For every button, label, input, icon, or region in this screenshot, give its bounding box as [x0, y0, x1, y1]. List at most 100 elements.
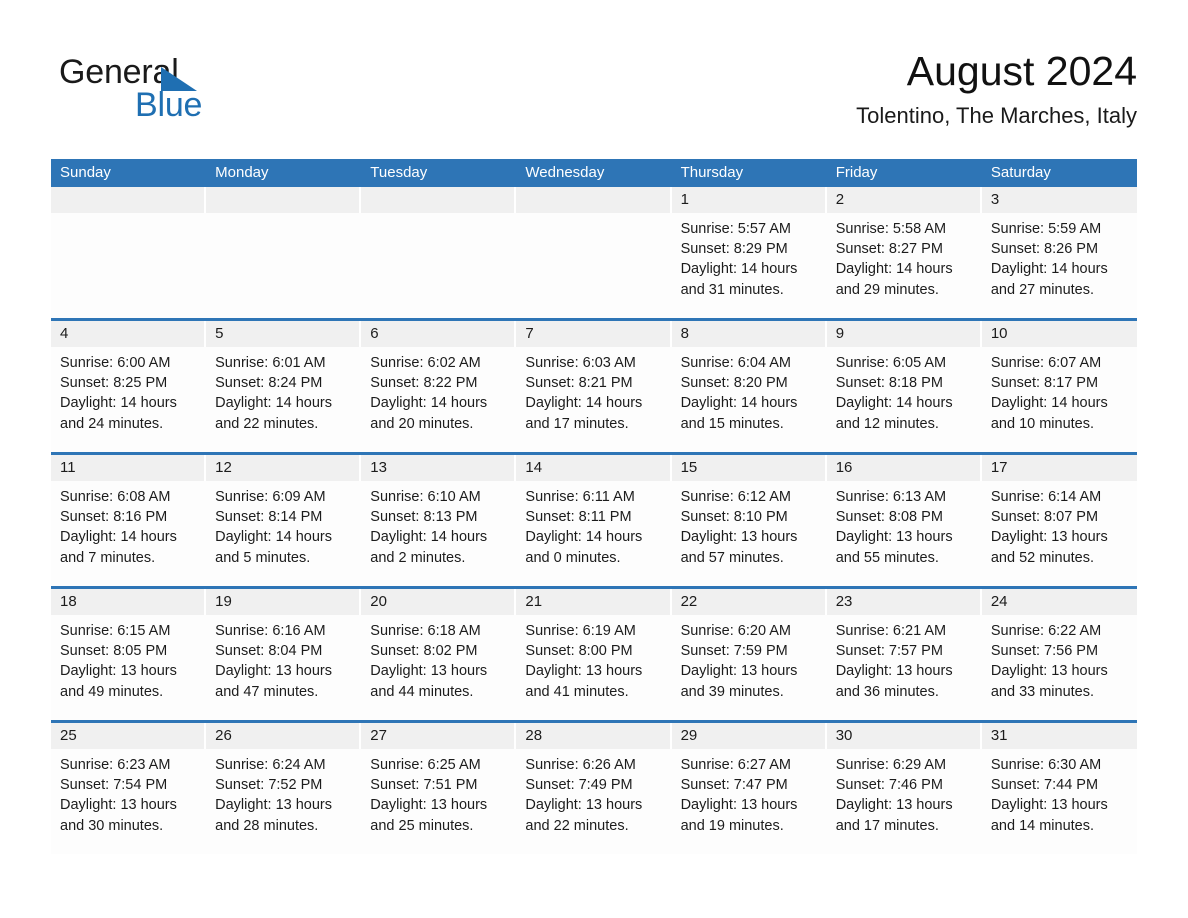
day-details: Sunrise: 6:18 AM Sunset: 8:02 PM Daylight:…	[361, 615, 516, 702]
general-blue-logo[interactable]: General Blue	[59, 52, 259, 132]
daylight-text: Daylight: 14 hours and 22 minutes.	[215, 395, 333, 432]
calendar-cell-empty	[51, 187, 207, 318]
calendar-day-cell[interactable]: 5 Sunrise: 6:01 AM Sunset: 8:24 PM Daylight…	[206, 321, 362, 452]
sunrise-text: Sunrise: 6:02 AM	[370, 355, 481, 371]
sunset-text: Sunset: 8:29 PM	[680, 241, 788, 258]
calendar-day-cell[interactable]: 22 Sunrise: 6:20 AM Sunset: 7:59 PM Dayligh…	[671, 589, 827, 720]
calendar-day-cell[interactable]: 16 Sunrise: 6:13 AM Sunset: 8:08 PM Dayligh…	[826, 455, 982, 586]
sunset-text: Sunset: 8:13 PM	[370, 509, 478, 526]
day-number: 10	[981, 321, 1137, 347]
calendar-day-cell[interactable]: 23 Sunrise: 6:21 AM Sunset: 7:57 PM Dayligh…	[826, 589, 982, 720]
calendar-week-row: 4 Sunrise: 6:00 AM Sunset: 8:25 PM Daylight…	[51, 318, 1137, 452]
sunset-text: Sunset: 8:22 PM	[370, 375, 478, 392]
calendar-day-cell[interactable]: 10 Sunrise: 6:07 AM Sunset: 8:17 PM Dayligh…	[981, 321, 1137, 452]
calendar-day-cell[interactable]: 7 Sunrise: 6:03 AM Sunset: 8:21 PM Daylight…	[516, 321, 672, 452]
calendar-day-cell[interactable]: 1 Sunrise: 5:57 AM Sunset: 8:29 PM Daylight…	[671, 187, 827, 318]
day-number	[361, 187, 517, 213]
daylight-text: Daylight: 14 hours and 2 minutes.	[370, 529, 488, 566]
sunset-text: Sunset: 8:11 PM	[525, 509, 632, 526]
sunset-text: Sunset: 7:54 PM	[60, 777, 168, 794]
weekday-header-saturday: Saturday	[990, 164, 1051, 181]
calendar-day-cell[interactable]: 6 Sunrise: 6:02 AM Sunset: 8:22 PM Daylight…	[361, 321, 517, 452]
sunrise-text: Sunrise: 6:00 AM	[60, 355, 171, 371]
sunrise-text: Sunrise: 6:07 AM	[990, 355, 1102, 371]
calendar-day-cell[interactable]: 28 Sunrise: 6:26 AM Sunset: 7:49 PM Dayligh…	[516, 723, 672, 854]
calendar-day-cell[interactable]: 13 Sunrise: 6:10 AM Sunset: 8:13 PM Dayligh…	[361, 455, 517, 586]
day-details: Sunrise: 6:11 AM Sunset: 8:11 PM Daylight:…	[516, 481, 671, 568]
daylight-text: Daylight: 13 hours and 22 minutes.	[525, 797, 643, 834]
calendar-day-cell[interactable]: 2 Sunrise: 5:58 AM Sunset: 8:27 PM Daylight…	[826, 187, 982, 318]
sunrise-text: Sunrise: 5:59 AM	[990, 221, 1102, 237]
calendar-day-cell[interactable]: 30 Sunrise: 6:29 AM Sunset: 7:46 PM Dayligh…	[826, 723, 982, 854]
day-number: 20	[361, 589, 517, 615]
sunrise-text: Sunrise: 6:13 AM	[835, 489, 947, 505]
day-details: Sunrise: 6:08 AM Sunset: 8:16 PM Daylight:…	[51, 481, 206, 568]
week-grid: 11 Sunrise: 6:08 AM Sunset: 8:16 PM Dayligh…	[51, 455, 1137, 586]
daylight-text: Daylight: 13 hours and 57 minutes.	[680, 529, 798, 566]
day-number	[206, 187, 362, 213]
calendar-day-cell[interactable]: 18 Sunrise: 6:15 AM Sunset: 8:05 PM Dayligh…	[51, 589, 207, 720]
calendar-day-cell[interactable]: 25 Sunrise: 6:23 AM Sunset: 7:54 PM Dayligh…	[51, 723, 207, 854]
daylight-text: Daylight: 13 hours and 14 minutes.	[990, 797, 1108, 834]
calendar-day-cell[interactable]: 11 Sunrise: 6:08 AM Sunset: 8:16 PM Dayligh…	[51, 455, 207, 586]
day-number: 11	[51, 455, 207, 481]
day-number: 13	[361, 455, 517, 481]
sunset-text: Sunset: 7:59 PM	[680, 643, 788, 660]
sunset-text: Sunset: 8:25 PM	[60, 375, 168, 392]
daylight-text: Daylight: 13 hours and 55 minutes.	[835, 529, 953, 566]
sunset-text: Sunset: 7:44 PM	[990, 777, 1099, 794]
calendar-day-cell[interactable]: 8 Sunrise: 6:04 AM Sunset: 8:20 PM Daylight…	[671, 321, 827, 452]
day-number: 30	[826, 723, 982, 749]
calendar-day-cell[interactable]: 31 Sunrise: 6:30 AM Sunset: 7:44 PM Dayligh…	[981, 723, 1137, 854]
logo-text-blue: Blue	[135, 86, 203, 124]
calendar-day-cell[interactable]: 24 Sunrise: 6:22 AM Sunset: 7:56 PM Dayligh…	[981, 589, 1137, 720]
day-number: 22	[671, 589, 827, 615]
day-details: Sunrise: 6:25 AM Sunset: 7:51 PM Daylight:…	[361, 749, 516, 836]
day-number: 15	[671, 455, 827, 481]
sunset-text: Sunset: 8:10 PM	[680, 509, 788, 526]
daylight-text: Daylight: 14 hours and 0 minutes.	[525, 529, 643, 566]
daylight-text: Daylight: 13 hours and 17 minutes.	[835, 797, 953, 834]
sunset-text: Sunset: 8:00 PM	[525, 643, 633, 660]
day-details: Sunrise: 5:59 AM Sunset: 8:26 PM Daylight:…	[982, 213, 1137, 300]
day-details: Sunrise: 6:09 AM Sunset: 8:14 PM Daylight:…	[206, 481, 361, 568]
sunset-text: Sunset: 7:47 PM	[680, 777, 788, 794]
calendar-day-cell[interactable]: 4 Sunrise: 6:00 AM Sunset: 8:25 PM Daylight…	[51, 321, 207, 452]
calendar-day-cell[interactable]: 21 Sunrise: 6:19 AM Sunset: 8:00 PM Dayligh…	[516, 589, 672, 720]
calendar-cell-empty	[361, 187, 517, 318]
sunrise-text: Sunrise: 6:22 AM	[990, 623, 1102, 639]
day-details: Sunrise: 6:15 AM Sunset: 8:05 PM Daylight:…	[51, 615, 206, 702]
calendar-day-cell[interactable]: 20 Sunrise: 6:18 AM Sunset: 8:02 PM Dayligh…	[361, 589, 517, 720]
daylight-text: Daylight: 13 hours and 30 minutes.	[60, 797, 177, 834]
day-number	[516, 187, 672, 213]
calendar-day-cell[interactable]: 3 Sunrise: 5:59 AM Sunset: 8:26 PM Daylight…	[981, 187, 1137, 318]
day-number: 24	[981, 589, 1137, 615]
sunset-text: Sunset: 7:56 PM	[990, 643, 1099, 660]
calendar-day-cell[interactable]: 29 Sunrise: 6:27 AM Sunset: 7:47 PM Dayligh…	[671, 723, 827, 854]
calendar-day-cell[interactable]: 17 Sunrise: 6:14 AM Sunset: 8:07 PM Dayligh…	[981, 455, 1137, 586]
daylight-text: Daylight: 13 hours and 36 minutes.	[835, 663, 953, 700]
calendar-day-cell[interactable]: 27 Sunrise: 6:25 AM Sunset: 7:51 PM Dayligh…	[361, 723, 517, 854]
day-number: 23	[826, 589, 982, 615]
day-number: 25	[51, 723, 207, 749]
calendar-day-cell[interactable]: 19 Sunrise: 6:16 AM Sunset: 8:04 PM Dayligh…	[206, 589, 362, 720]
calendar-day-cell[interactable]: 26 Sunrise: 6:24 AM Sunset: 7:52 PM Dayligh…	[206, 723, 362, 854]
calendar-day-cell[interactable]: 15 Sunrise: 6:12 AM Sunset: 8:10 PM Dayligh…	[671, 455, 827, 586]
daylight-text: Daylight: 13 hours and 44 minutes.	[370, 663, 488, 700]
day-details: Sunrise: 6:16 AM Sunset: 8:04 PM Daylight:…	[206, 615, 361, 702]
sunrise-text: Sunrise: 6:15 AM	[60, 623, 171, 639]
day-number: 6	[361, 321, 517, 347]
weekday-header-row: Sunday Monday Tuesday Wednesday Thursday Frid…	[51, 159, 1137, 187]
calendar-day-cell[interactable]: 14 Sunrise: 6:11 AM Sunset: 8:11 PM Dayligh…	[516, 455, 672, 586]
daylight-text: Daylight: 13 hours and 28 minutes.	[215, 797, 333, 834]
calendar-table: Sunday Monday Tuesday Wednesday Thursday Frid…	[51, 159, 1137, 854]
calendar-day-cell[interactable]: 9 Sunrise: 6:05 AM Sunset: 8:18 PM Daylight…	[826, 321, 982, 452]
sunrise-text: Sunrise: 6:09 AM	[215, 489, 326, 505]
sunset-text: Sunset: 7:51 PM	[370, 777, 478, 794]
calendar-body: 1 Sunrise: 5:57 AM Sunset: 8:29 PM Daylight…	[51, 187, 1137, 854]
daylight-text: Daylight: 14 hours and 17 minutes.	[525, 395, 643, 432]
calendar-day-cell[interactable]: 12 Sunrise: 6:09 AM Sunset: 8:14 PM Dayligh…	[206, 455, 362, 586]
day-details: Sunrise: 6:10 AM Sunset: 8:13 PM Daylight:…	[361, 481, 516, 568]
page-header: General Blue August 2024 Tolentino, The …	[51, 44, 1137, 148]
sunset-text: Sunset: 8:21 PM	[525, 375, 633, 392]
